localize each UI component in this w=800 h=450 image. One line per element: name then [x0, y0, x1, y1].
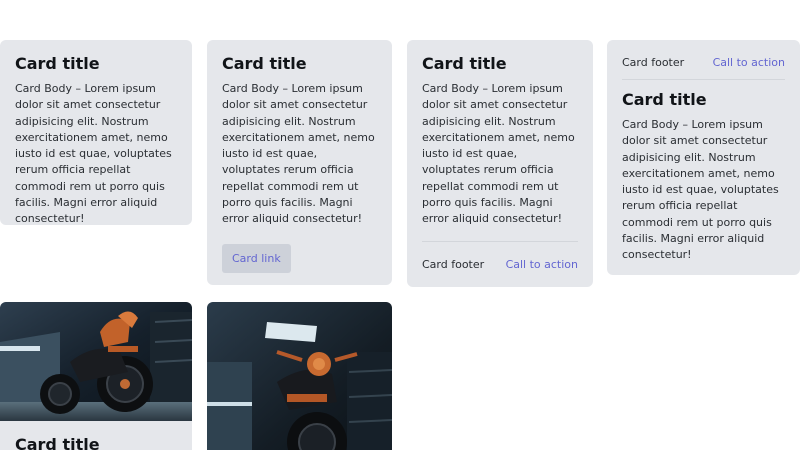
card-title: Card title — [15, 54, 100, 73]
card-divider — [422, 241, 578, 242]
card-basic: Card title Card Body – Lorem ipsum dolor… — [0, 40, 192, 225]
card-title: Card title — [422, 54, 507, 73]
motorcycle-image — [0, 302, 192, 421]
card-title: Card title — [622, 90, 707, 109]
card-title: Card title — [222, 54, 307, 73]
card-divider — [622, 79, 785, 80]
card-header: Card footer Call to action — [622, 54, 785, 70]
card-grid-page: Card title Card Body – Lorem ipsum dolor… — [0, 0, 800, 450]
call-to-action-link[interactable]: Call to action — [506, 258, 578, 271]
card-with-image: Card title — [0, 302, 192, 450]
card-title: Card title — [15, 435, 100, 450]
card-with-link: Card title Card Body – Lorem ipsum dolor… — [207, 40, 392, 285]
card-body-text: Card Body – Lorem ipsum dolor sit amet c… — [15, 82, 172, 225]
card-link-button[interactable]: Card link — [222, 243, 291, 273]
card-header-text: Card footer — [622, 55, 685, 69]
card-body-text: Card Body – Lorem ipsum dolor sit amet c… — [622, 118, 779, 262]
card-with-header: Card footer Call to action Card title Ca… — [607, 40, 800, 275]
card-body-text: Card Body – Lorem ipsum dolor sit amet c… — [422, 82, 575, 226]
card-footer: Card footer Call to action — [422, 256, 578, 272]
motorcycle-image — [207, 302, 392, 450]
card-with-footer: Card title Card Body – Lorem ipsum dolor… — [407, 40, 593, 287]
card-image-only — [207, 302, 392, 450]
card-body-text: Card Body – Lorem ipsum dolor sit amet c… — [222, 82, 375, 226]
call-to-action-link[interactable]: Call to action — [713, 56, 785, 69]
card-footer-text: Card footer — [422, 257, 485, 271]
